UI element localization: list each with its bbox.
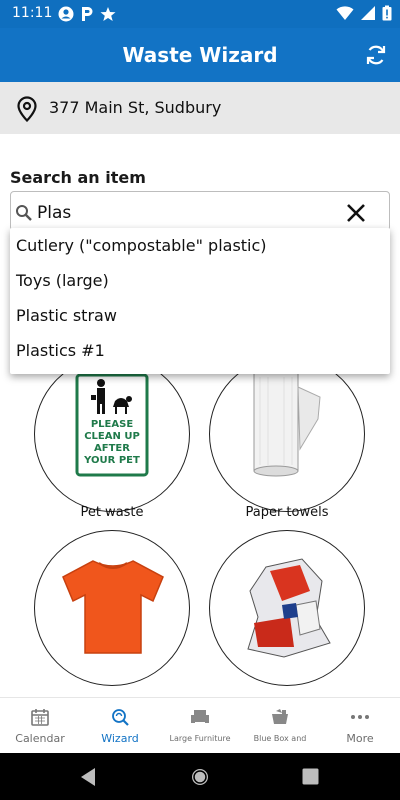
suggestion-item[interactable]: Toys (large) xyxy=(16,271,109,305)
home-icon[interactable] xyxy=(190,767,210,787)
nav-label: Wizard xyxy=(101,732,139,745)
suggestion-item[interactable]: Plastic straw xyxy=(16,306,117,340)
tile-clothing[interactable] xyxy=(34,530,190,686)
tile-chip-bag[interactable] xyxy=(209,530,365,686)
nav-more[interactable]: More xyxy=(320,698,400,754)
furniture-icon xyxy=(191,710,209,723)
blue-box-icon xyxy=(272,709,288,724)
signal-icon xyxy=(361,6,375,20)
sign-line: CLEAN UP xyxy=(84,431,140,442)
address-bar[interactable]: 377 Main St, Sudbury xyxy=(0,82,400,134)
battery-alert-icon xyxy=(382,5,392,21)
search-input[interactable] xyxy=(37,200,337,226)
address-text: 377 Main St, Sudbury xyxy=(49,98,222,117)
tile-pet-waste[interactable]: PLEASE CLEAN UP AFTER YOUR PET xyxy=(34,356,190,512)
account-circle-icon xyxy=(58,6,74,22)
refresh-icon[interactable] xyxy=(364,43,388,67)
suggestion-item[interactable]: Plastics #1 xyxy=(16,341,105,375)
back-icon[interactable] xyxy=(79,767,97,787)
nav-label: Large Furniture xyxy=(169,734,231,743)
nav-label: Calendar xyxy=(15,732,65,745)
search-box[interactable] xyxy=(10,191,390,231)
system-nav-bar xyxy=(0,753,400,800)
wizard-icon xyxy=(112,709,129,726)
tile-label-pet-waste: Pet waste xyxy=(80,505,144,520)
calendar-icon xyxy=(31,709,49,726)
crumpled-chip-bag-image xyxy=(247,558,331,658)
nav-label: Blue Box and xyxy=(253,734,307,743)
tile-paper-towels[interactable] xyxy=(209,356,365,512)
orange-tshirt-image xyxy=(62,560,164,654)
nav-wizard[interactable]: Wizard xyxy=(80,698,160,754)
status-time: 11:11 xyxy=(12,5,53,21)
location-pin-icon xyxy=(17,96,37,122)
sign-line: YOUR PET xyxy=(84,455,140,466)
bottom-nav: Calendar Wizard Large Furniture Blue Box… xyxy=(0,697,400,753)
status-bar: 11:11 xyxy=(0,0,400,28)
sign-line: AFTER xyxy=(94,443,130,454)
paper-towel-image xyxy=(253,364,321,477)
nav-calendar[interactable]: Calendar xyxy=(0,698,80,754)
wifi-icon xyxy=(336,6,354,20)
tile-label-paper-towels: Paper towels xyxy=(245,505,329,520)
nav-label: More xyxy=(346,732,374,745)
sign-line: PLEASE xyxy=(90,419,134,430)
app-bar: Waste Wizard xyxy=(0,28,400,82)
search-suggestions: Cutlery ("compostable" plastic) Toys (la… xyxy=(10,228,390,374)
recents-icon[interactable] xyxy=(302,768,319,785)
star-icon xyxy=(100,7,116,21)
close-icon[interactable] xyxy=(345,202,367,224)
search-label: Search an item xyxy=(10,168,146,187)
more-icon xyxy=(351,715,369,719)
page-title: Waste Wizard xyxy=(122,43,278,67)
search-icon xyxy=(16,205,32,221)
pet-waste-sign-text: PLEASE CLEAN UP AFTER YOUR PET xyxy=(81,419,143,467)
nav-large-furniture[interactable]: Large Furniture xyxy=(160,698,240,754)
parking-icon xyxy=(82,7,93,21)
system-status-icons xyxy=(336,5,392,21)
notification-icons xyxy=(58,6,116,22)
nav-blue-box[interactable]: Blue Box and xyxy=(240,698,320,754)
suggestion-item[interactable]: Cutlery ("compostable" plastic) xyxy=(16,236,267,270)
